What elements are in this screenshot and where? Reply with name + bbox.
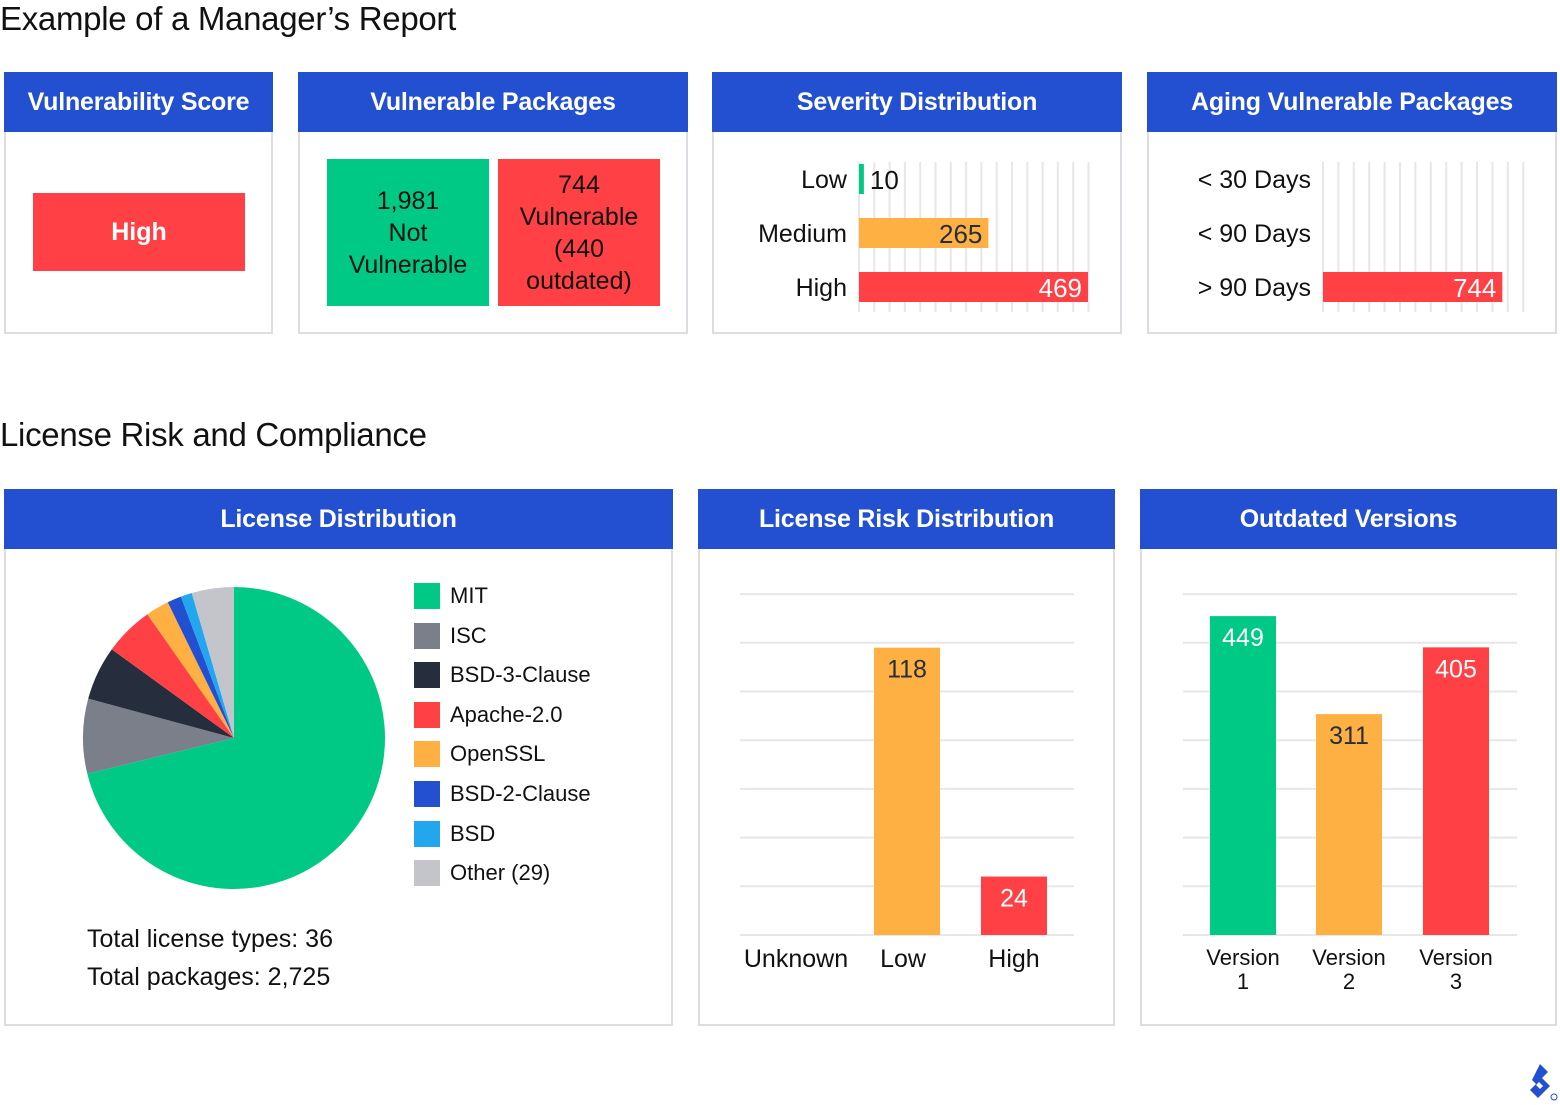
category-label: Unknown	[744, 945, 848, 973]
total-license-types: Total license types: 36	[87, 925, 333, 953]
category-label: Medium	[758, 220, 847, 248]
not-vulnerable-label-2: Vulnerable	[348, 250, 468, 279]
legend-swatch	[414, 662, 440, 689]
bar-value-label: 10	[870, 165, 899, 195]
bar	[1423, 647, 1489, 935]
outdated-versions-card: Outdated Versions 449 Version 1 311 Version 2…	[1140, 489, 1557, 1026]
vulnerable-block: 744 Vulnerable (440 outdated)	[498, 159, 660, 306]
legend-label: ISC	[450, 622, 487, 648]
bar-value-label: 311	[1329, 722, 1369, 750]
license-distribution-pie	[82, 587, 386, 889]
section-title-license-risk: License Risk and Compliance	[0, 416, 427, 453]
category-label: Version	[1312, 945, 1385, 970]
bar-value-label: 469	[1039, 273, 1082, 303]
legend-label: Other (29)	[450, 860, 551, 886]
bar-value-label: 744	[1453, 273, 1496, 303]
legend-label: BSD-3-Clause	[450, 662, 591, 688]
severity-distribution-card: Severity Distribution Low 10 Medium 265 High…	[712, 72, 1122, 334]
vulnerability-score-badge: High	[33, 193, 245, 271]
category-label: High	[988, 945, 1039, 973]
vulnerable-label-1: Vulnerable	[519, 202, 639, 231]
category-label: High	[796, 274, 847, 302]
bar-value-label: 24	[1000, 885, 1028, 913]
bar-value-label: 449	[1222, 624, 1264, 652]
bar	[874, 647, 940, 935]
legend-label: BSD-2-Clause	[450, 781, 591, 806]
bar-value-label: 118	[887, 656, 927, 684]
category-label: Low	[801, 166, 848, 194]
legend-item: BSD-3-Clause	[414, 662, 591, 689]
legend-item: ISC	[414, 622, 487, 649]
legend-swatch	[414, 741, 440, 768]
license-risk-distribution-card: License Risk Distribution Unknown 118 Low 2…	[698, 489, 1115, 1026]
legend-swatch	[414, 781, 440, 807]
legend-item: BSD-2-Clause	[414, 781, 591, 807]
license-risk-distribution-chart: Unknown 118 Low 24 High	[740, 593, 1074, 973]
not-vulnerable-block: 1,981 Not Vulnerable	[327, 159, 489, 306]
license-distribution-card: License Distribution MIT ISC BSD-3-Clause A…	[4, 489, 673, 1026]
aging-vulnerable-packages-card: Aging Vulnerable Packages < 30 Days < 90 …	[1147, 72, 1557, 334]
card-header: Vulnerability Score	[4, 72, 273, 132]
toptal-logo-icon	[1530, 1064, 1558, 1101]
bar-value-label: 405	[1435, 655, 1477, 683]
legend-swatch	[414, 820, 440, 847]
category-label: Version	[1206, 945, 1279, 970]
total-packages: Total packages: 2,725	[87, 963, 331, 991]
legend-swatch	[414, 701, 440, 728]
vulnerability-score-card: Vulnerability Score High	[4, 72, 273, 334]
legend-label: OpenSSL	[450, 741, 546, 767]
legend-item: OpenSSL	[414, 741, 546, 768]
severity-distribution-chart: Low 10 Medium 265 High 469	[758, 162, 1090, 312]
legend-item: MIT	[414, 583, 488, 609]
bar	[1210, 616, 1276, 935]
legend-swatch	[414, 583, 440, 609]
legend-swatch	[414, 622, 440, 649]
aging-vulnerable-packages-chart: < 30 Days < 90 Days > 90 Days 744	[1198, 162, 1525, 312]
legend-item: Other (29)	[414, 860, 551, 887]
legend-item: Apache-2.0	[414, 701, 563, 728]
category-label: 3	[1450, 969, 1462, 994]
section-title-managers-report: Example of a Manager’s Report	[0, 0, 456, 37]
vulnerable-packages-card: Vulnerable Packages 1,981 Not Vulnerable…	[298, 72, 688, 334]
legend-label: MIT	[450, 583, 488, 608]
legend-item: BSD	[414, 820, 496, 847]
category-label: 1	[1237, 969, 1249, 994]
vulnerability-score-value: High	[111, 217, 167, 246]
not-vulnerable-count: 1,981	[376, 186, 440, 215]
bar-value-label: 265	[939, 219, 982, 249]
category-label: Version	[1419, 945, 1492, 970]
category-label: < 30 Days	[1198, 166, 1311, 194]
category-label: < 90 Days	[1198, 220, 1311, 248]
legend-swatch	[414, 860, 440, 887]
category-label: Low	[880, 945, 927, 973]
bar	[859, 164, 864, 194]
vulnerable-count: 744	[558, 170, 600, 199]
vulnerable-label-3: outdated)	[526, 266, 632, 295]
vulnerable-label-2: (440	[553, 234, 605, 263]
legend-label: Apache-2.0	[450, 701, 563, 727]
not-vulnerable-label-1: Not	[388, 218, 428, 247]
category-label: 2	[1343, 969, 1355, 994]
card-header: Vulnerable Packages	[298, 72, 688, 132]
category-label: > 90 Days	[1198, 274, 1311, 302]
legend-label: BSD	[450, 820, 496, 846]
outdated-versions-chart: 449Version1311Version2405Version3	[1183, 593, 1517, 994]
